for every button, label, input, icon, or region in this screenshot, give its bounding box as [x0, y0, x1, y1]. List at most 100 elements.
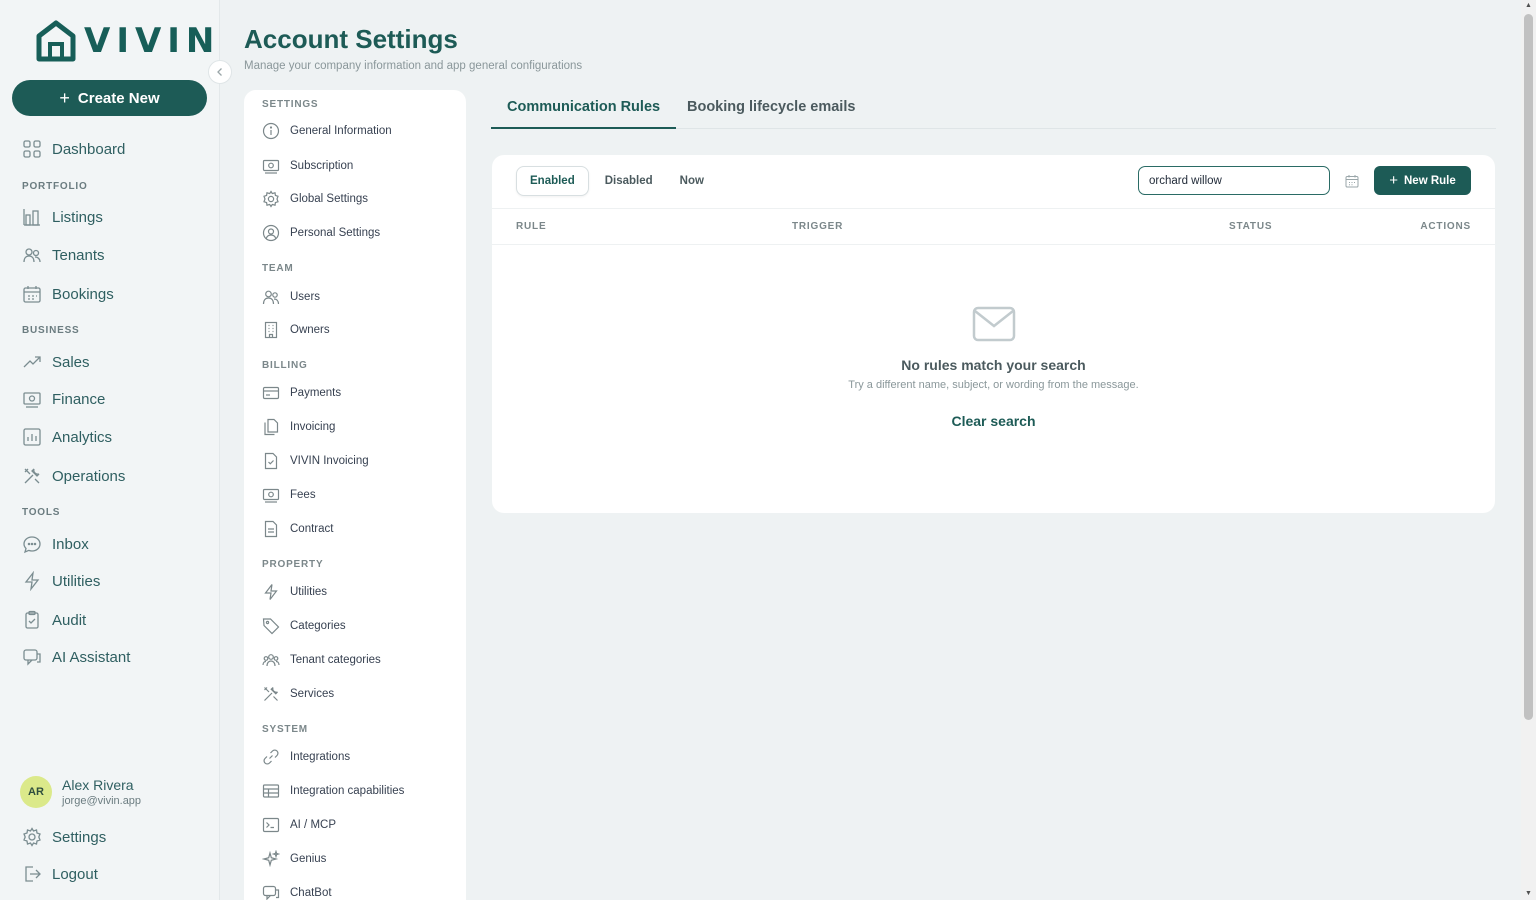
- logout-icon: [25, 866, 41, 882]
- user-circle-icon: [262, 224, 280, 242]
- settings-item-payments[interactable]: Payments: [262, 383, 341, 403]
- settings-item-label: Tenant categories: [290, 654, 381, 666]
- bar-chart-icon: [23, 428, 41, 446]
- collapse-sidebar-button[interactable]: [208, 60, 232, 84]
- date-filter-button[interactable]: [1342, 171, 1362, 191]
- settings-item-vivin-invoicing[interactable]: VIVIN Invoicing: [262, 451, 369, 471]
- assistant-chat-icon: [23, 649, 41, 666]
- settings-item-invoicing[interactable]: Invoicing: [262, 417, 335, 437]
- building-chart-icon: [23, 209, 40, 226]
- terminal-icon: [262, 817, 280, 833]
- column-header-actions: ACTIONS: [1420, 221, 1471, 232]
- header-divider: [492, 244, 1495, 245]
- settings-item-owners[interactable]: Owners: [262, 320, 330, 340]
- search-input[interactable]: [1138, 166, 1330, 195]
- sidebar-item-logout[interactable]: Logout: [22, 863, 98, 885]
- sidebar-item-settings[interactable]: Settings: [22, 826, 106, 848]
- sidebar-item-utilities[interactable]: Utilities: [22, 570, 100, 592]
- sidebar: VIVIN + Create New Dashboard PORTFOLIO L…: [0, 0, 220, 900]
- tab-booking-lifecycle-emails[interactable]: Booking lifecycle emails: [687, 99, 855, 127]
- filter-now[interactable]: Now: [667, 166, 717, 196]
- filter-disabled[interactable]: Disabled: [592, 166, 666, 196]
- new-rule-button[interactable]: + New Rule: [1374, 166, 1471, 195]
- sidebar-item-label: Tenants: [52, 246, 105, 264]
- settings-item-users[interactable]: Users: [262, 287, 320, 307]
- rules-card: Enabled Disabled Now + New Rule RULE TRI…: [492, 155, 1495, 513]
- settings-item-label: Categories: [290, 620, 346, 632]
- section-system: SYSTEM: [262, 724, 308, 735]
- sidebar-item-label: Operations: [52, 467, 126, 485]
- dashboard-grid-icon: [23, 140, 41, 158]
- settings-item-utilities[interactable]: Utilities: [262, 582, 327, 602]
- plus-icon: +: [1389, 172, 1398, 189]
- lightning-icon: [264, 584, 278, 600]
- tools-icon: [264, 687, 278, 701]
- filter-enabled[interactable]: Enabled: [516, 166, 589, 196]
- sidebar-item-bookings[interactable]: Bookings: [22, 283, 114, 305]
- settings-item-categories[interactable]: Categories: [262, 616, 346, 636]
- trending-up-icon: [23, 356, 41, 368]
- page-scrollbar[interactable]: ▲ ▼: [1521, 0, 1536, 900]
- settings-item-ai-mcp[interactable]: AI / MCP: [262, 815, 336, 835]
- settings-item-services[interactable]: Services: [262, 684, 334, 704]
- sidebar-item-operations[interactable]: Operations: [22, 465, 125, 487]
- settings-item-tenant-categories[interactable]: Tenant categories: [262, 650, 381, 670]
- section-business: BUSINESS: [22, 325, 80, 336]
- avatar: AR: [20, 776, 52, 808]
- users-icon: [23, 248, 41, 263]
- user-email: jorge@vivin.app: [62, 795, 142, 807]
- tools-icon: [24, 468, 40, 484]
- sidebar-item-label: Inbox: [52, 535, 89, 553]
- chevron-left-icon: [217, 68, 222, 76]
- settings-item-subscription[interactable]: Subscription: [262, 156, 353, 176]
- create-new-label: Create New: [77, 89, 160, 107]
- sidebar-item-analytics[interactable]: Analytics: [22, 426, 112, 448]
- sidebar-item-audit[interactable]: Audit: [22, 609, 86, 631]
- status-filter: Enabled Disabled Now: [516, 165, 717, 197]
- settings-item-personal-settings[interactable]: Personal Settings: [262, 223, 380, 243]
- scrollbar-thumb[interactable]: [1524, 14, 1533, 720]
- settings-item-integration-capabilities[interactable]: Integration capabilities: [262, 781, 404, 801]
- sidebar-item-label: Listings: [52, 208, 103, 226]
- plus-icon: +: [59, 88, 70, 108]
- settings-item-chatbot[interactable]: ChatBot: [262, 883, 332, 900]
- sidebar-item-label: Analytics: [52, 428, 113, 446]
- sidebar-item-tenants[interactable]: Tenants: [22, 244, 105, 266]
- envelope-icon: [972, 306, 1015, 342]
- settings-item-label: Owners: [290, 324, 330, 336]
- tab-communication-rules[interactable]: Communication Rules: [491, 99, 677, 129]
- sidebar-item-label: Finance: [52, 390, 106, 408]
- scroll-down-icon[interactable]: ▼: [1521, 888, 1536, 900]
- sidebar-item-dashboard[interactable]: Dashboard: [22, 138, 125, 160]
- settings-item-label: Integrations: [290, 751, 351, 763]
- settings-item-fees[interactable]: Fees: [262, 485, 316, 505]
- settings-item-global-settings[interactable]: Global Settings: [262, 189, 368, 209]
- settings-menu: SETTINGS General Information Subscriptio…: [244, 90, 466, 900]
- empty-state-description: Try a different name, subject, or wordin…: [848, 379, 1139, 391]
- chat-icon: [262, 885, 280, 900]
- sidebar-item-ai-assistant[interactable]: AI Assistant: [22, 646, 130, 668]
- tag-icon: [262, 618, 280, 635]
- settings-item-label: AI / MCP: [290, 819, 337, 831]
- settings-item-genius[interactable]: Genius: [262, 849, 326, 869]
- settings-item-integrations[interactable]: Integrations: [262, 747, 350, 767]
- sidebar-item-listings[interactable]: Listings: [22, 206, 103, 228]
- rules-toolbar: Enabled Disabled Now + New Rule: [492, 155, 1495, 209]
- user-profile[interactable]: AR Alex Rivera jorge@vivin.app: [20, 776, 141, 808]
- brand-logo[interactable]: VIVIN: [36, 20, 220, 62]
- sparkles-icon: [262, 850, 280, 868]
- section-portfolio: PORTFOLIO: [22, 181, 88, 192]
- scroll-up-icon[interactable]: ▲: [1521, 0, 1536, 12]
- create-new-button[interactable]: + Create New: [12, 80, 207, 116]
- settings-item-label: Integration capabilities: [290, 785, 405, 797]
- settings-item-general-information[interactable]: General Information: [262, 121, 392, 141]
- sidebar-item-label: Dashboard: [52, 140, 126, 158]
- sidebar-item-label: Settings: [52, 828, 107, 846]
- empty-state: No rules match your search Try a differe…: [492, 305, 1495, 431]
- sidebar-item-finance[interactable]: Finance: [22, 388, 105, 410]
- clear-search-link[interactable]: Clear search: [951, 413, 1035, 429]
- settings-item-contract[interactable]: Contract: [262, 519, 333, 539]
- empty-state-title: No rules match your search: [901, 357, 1086, 373]
- sidebar-item-inbox[interactable]: Inbox: [22, 533, 89, 555]
- sidebar-item-sales[interactable]: Sales: [22, 351, 90, 373]
